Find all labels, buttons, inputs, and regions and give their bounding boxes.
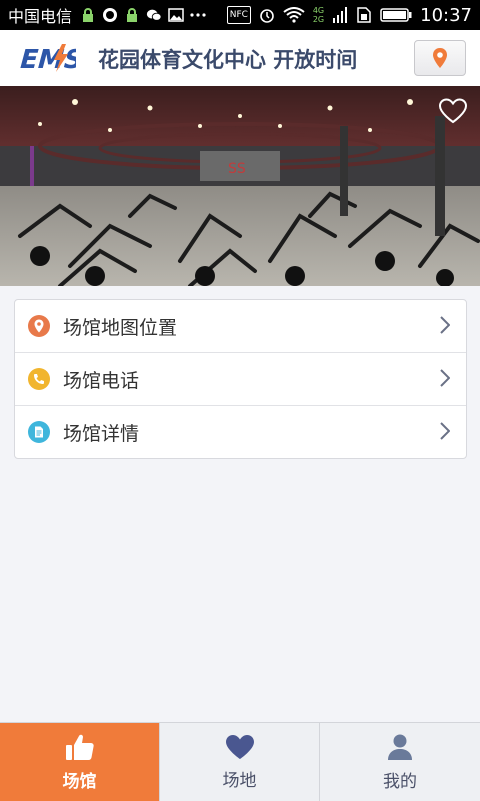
nfc-icon: NFC — [226, 6, 251, 24]
image-icon — [168, 7, 184, 23]
system-icons: NFC 4G 2G 10:37 — [226, 0, 472, 30]
carrier-name: 中国电信 — [8, 7, 73, 26]
network-type: 4G 2G — [312, 6, 325, 24]
chevron-right-icon — [440, 369, 450, 387]
chevron-right-icon — [440, 422, 450, 440]
item-label: 场馆电话 — [63, 369, 140, 392]
tab-profile[interactable]: 我的 — [320, 723, 480, 801]
venue-photo: SS — [0, 86, 480, 286]
thumbs-up-icon — [65, 734, 94, 760]
notification-icons — [80, 7, 206, 23]
app-logo: EMS — [12, 38, 87, 78]
battery-icon — [380, 7, 412, 23]
document-icon — [28, 421, 50, 443]
wechat-icon — [146, 7, 162, 23]
heart-icon — [225, 734, 254, 759]
more-icon — [190, 7, 206, 23]
venue-phone-item[interactable]: 场馆电话 — [15, 353, 466, 406]
sim-card-icon — [356, 7, 372, 23]
venue-map-location-item[interactable]: 场馆地图位置 — [15, 300, 466, 353]
venue-info-list: 场馆地图位置 场馆电话 场馆详情 — [14, 299, 467, 459]
location-pin-icon — [28, 315, 50, 337]
location-pin-icon — [433, 48, 447, 68]
tab-venues[interactable]: 场馆 — [0, 723, 160, 801]
map-location-button[interactable] — [414, 40, 466, 76]
alarm-icon — [259, 7, 275, 23]
phone-icon — [28, 368, 50, 390]
qq-icon — [102, 7, 118, 23]
svg-text:EMS: EMS — [16, 44, 76, 74]
venue-details-item[interactable]: 场馆详情 — [15, 406, 466, 458]
item-label: 场馆详情 — [63, 422, 140, 445]
heart-outline-icon — [438, 98, 468, 124]
app-header: EMS 花园体育文化中心 开放时间 — [0, 30, 480, 87]
tab-label: 我的 — [383, 771, 417, 792]
person-icon — [388, 734, 412, 760]
lock-icon — [80, 7, 96, 23]
item-label: 场馆地图位置 — [63, 316, 178, 339]
signal-icon — [332, 7, 348, 23]
favorite-button[interactable] — [438, 98, 468, 128]
chevron-right-icon — [440, 316, 450, 334]
tab-courts[interactable]: 场地 — [160, 723, 320, 801]
tab-label: 场地 — [222, 770, 257, 791]
status-bar: 中国电信 NFC 4G 2G 10:37 — [0, 0, 480, 30]
bottom-tab-bar: 场馆 场地 我的 — [0, 722, 480, 801]
lock-icon — [124, 7, 140, 23]
clock-time: 10:37 — [420, 4, 472, 26]
wifi-icon — [283, 7, 305, 23]
svg-text:SS: SS — [228, 161, 246, 177]
page-title: 花园体育文化中心 开放时间 — [98, 48, 358, 72]
tab-label: 场馆 — [62, 771, 97, 792]
